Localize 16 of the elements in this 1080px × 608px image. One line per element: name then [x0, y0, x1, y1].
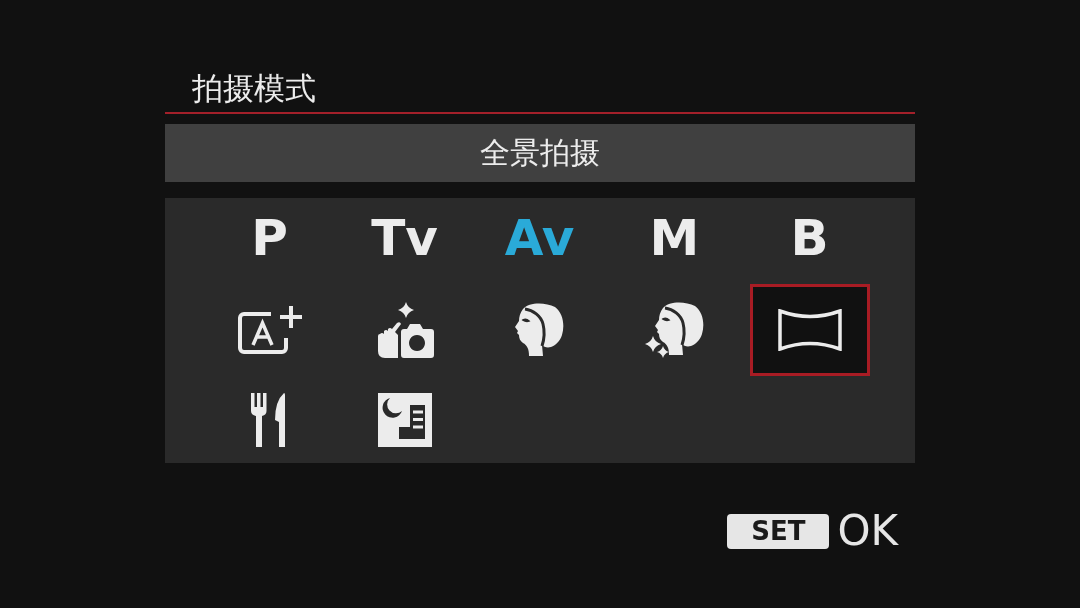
ok-label: OK [837, 510, 898, 552]
mode-button[interactable] [749, 284, 870, 376]
woman-profile-icon [514, 303, 565, 357]
panorama-frame-icon [777, 309, 842, 351]
a-plus-frame-icon [236, 304, 303, 356]
mode-button[interactable]: Av [479, 198, 600, 284]
mode-button[interactable]: M [614, 198, 735, 284]
woman-profile-sparkle-icon [644, 302, 705, 358]
mode-name: 全景拍摄 [480, 138, 600, 168]
set-key-label: SET [727, 513, 830, 549]
mode-button[interactable]: P [209, 198, 330, 284]
moon-building-icon [377, 392, 432, 447]
hand-camera-sparkle-icon [375, 302, 434, 358]
screen-title: 拍摄模式 [192, 73, 316, 104]
mode-button[interactable]: B [749, 198, 870, 284]
mode-button[interactable]: Tv [344, 198, 465, 284]
